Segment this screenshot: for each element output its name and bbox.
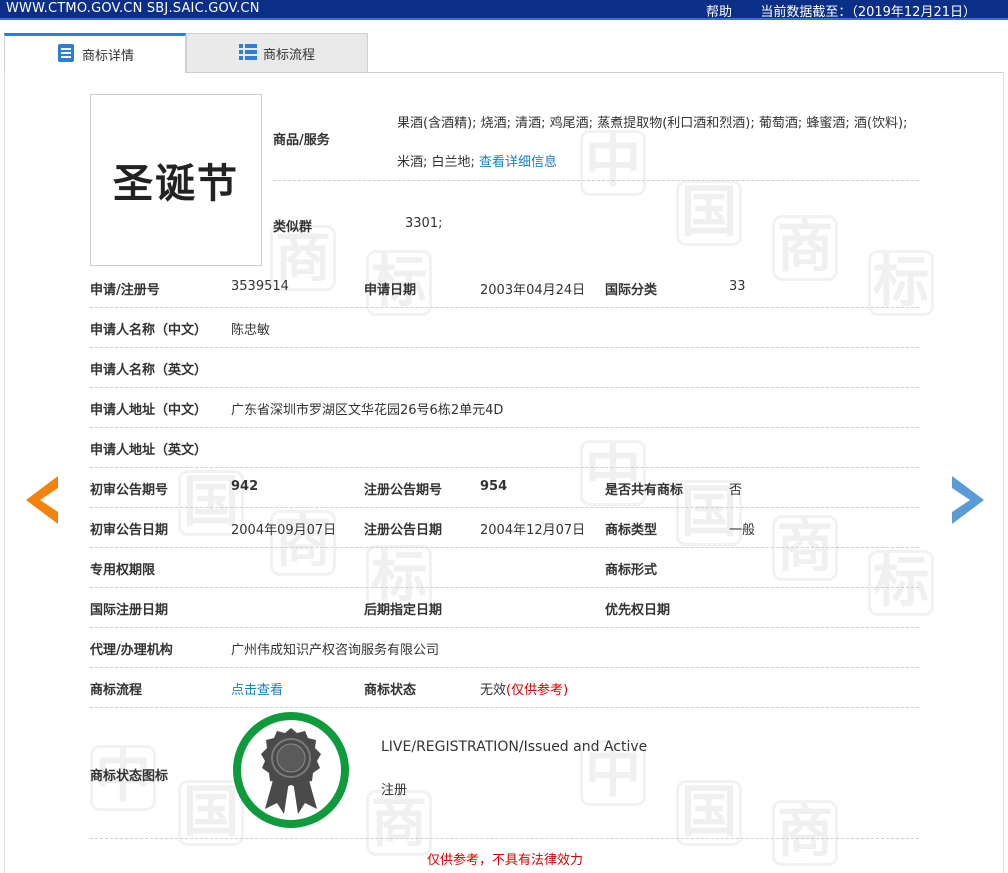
site-domains[interactable]: WWW.CTMO.GOV.CN SBJ.SAIC.GOV.CN — [6, 1, 260, 16]
row-divider — [90, 667, 919, 668]
row-divider — [90, 587, 919, 588]
intl-class-value: 33 — [729, 279, 746, 294]
flow-link[interactable]: 点击查看 — [231, 679, 283, 698]
data-date: 当前数据截至：（2019年12月21日） — [760, 5, 976, 20]
goods-label: 商品/服务 — [273, 133, 330, 148]
status-text: 无效 — [480, 683, 507, 698]
flow-label: 商标流程 — [90, 683, 143, 698]
top-bar: WWW.CTMO.GOV.CN SBJ.SAIC.GOV.CN 帮助 当前数据截… — [0, 0, 1008, 20]
row-divider — [90, 547, 919, 548]
chevron-left-icon — [26, 476, 58, 524]
address-cn-label: 申请人地址（中文） — [90, 403, 208, 418]
view-details-link[interactable]: 查看详细信息 — [479, 155, 557, 170]
status-note: (仅供参考) — [506, 683, 569, 698]
row-divider — [90, 467, 919, 468]
row-divider — [90, 627, 919, 628]
agent-value: 广州伟成知识产权咨询服务有限公司 — [231, 643, 440, 658]
reg-no-value: 3539514 — [231, 279, 289, 294]
term-label: 专用权期限 — [90, 563, 156, 578]
status-cn: 注册 — [381, 783, 408, 798]
chevron-right-icon — [952, 476, 984, 524]
intl-class-label: 国际分类 — [605, 283, 658, 298]
disclaimer-note: 仅供参考，不具有法律效力 — [426, 853, 583, 868]
tab-trademark-detail[interactable]: 商标详情 — [4, 33, 186, 73]
row-divider — [273, 180, 919, 181]
priority-date-label: 优先权日期 — [605, 603, 671, 618]
row-divider — [90, 387, 919, 388]
prev-record-button[interactable] — [24, 474, 60, 530]
mark-type-label: 商标类型 — [605, 523, 658, 538]
document-icon — [56, 43, 76, 67]
tab-bar: 商标详情 商标流程 — [4, 33, 1004, 73]
goods-value: 果酒(含酒精); 烧酒; 清酒; 鸡尾酒; 蒸煮提取物(利口酒和烈酒); 葡萄酒… — [397, 116, 908, 170]
help-link[interactable]: 帮助 — [706, 1, 732, 20]
watermark-tile: 国 — [676, 780, 742, 846]
tab-label: 商标流程 — [262, 48, 315, 63]
trademark-wordmark: 圣诞节 — [113, 160, 239, 207]
prelim-date-value: 2004年09月07日 — [231, 523, 337, 538]
row-divider — [90, 427, 919, 428]
similar-group-label: 类似群 — [273, 220, 313, 235]
prelim-issue-value: 942 — [231, 479, 259, 494]
reg-no-label: 申请/注册号 — [90, 283, 160, 298]
shared-mark-value: 否 — [729, 483, 743, 498]
watermark-tile: 商 — [772, 215, 838, 281]
applicant-cn-value: 陈忠敏 — [231, 323, 271, 338]
status-en: LIVE/REGISTRATION/Issued and Active — [381, 739, 648, 755]
row-divider — [90, 707, 919, 708]
trademark-image: 圣诞节 — [90, 94, 262, 266]
row-divider — [90, 347, 919, 348]
reg-date-label: 注册公告日期 — [364, 523, 443, 538]
row-divider — [90, 507, 919, 508]
panel-border — [4, 72, 5, 873]
intl-reg-date-label: 国际注册日期 — [90, 603, 169, 618]
agent-label: 代理/办理机构 — [90, 643, 173, 658]
prelim-issue-label: 初审公告期号 — [90, 483, 169, 498]
registration-seal-icon — [232, 711, 350, 829]
address-cn-value: 广东省深圳市罗湖区文华花园26号6栋2单元4D — [231, 403, 504, 418]
mark-form-label: 商标形式 — [605, 563, 658, 578]
tab-label: 商标详情 — [81, 49, 134, 64]
row-divider — [90, 307, 919, 308]
panel-border — [1003, 72, 1004, 873]
reg-date-value: 2004年12月07日 — [480, 523, 586, 538]
applicant-en-label: 申请人名称（英文） — [90, 363, 208, 378]
status-label: 商标状态 — [364, 683, 417, 698]
watermark-tile: 国 — [676, 180, 742, 246]
status-value: 无效(仅供参考) — [480, 679, 568, 698]
similar-group-value: 3301; — [405, 216, 443, 231]
reg-issue-label: 注册公告期号 — [364, 483, 443, 498]
shared-mark-label: 是否共有商标 — [605, 483, 684, 498]
later-date-label: 后期指定日期 — [364, 603, 443, 618]
address-en-label: 申请人地址（英文） — [90, 443, 208, 458]
reg-issue-value: 954 — [480, 479, 508, 494]
row-divider — [90, 838, 919, 839]
prelim-date-label: 初审公告日期 — [90, 523, 169, 538]
list-icon — [238, 43, 257, 64]
app-date-label: 申请日期 — [364, 283, 417, 298]
app-date-value: 2003年04月24日 — [480, 283, 586, 298]
tab-trademark-flow[interactable]: 商标流程 — [186, 33, 368, 73]
applicant-cn-label: 申请人名称（中文） — [90, 323, 208, 338]
goods-list: 果酒(含酒精); 烧酒; 清酒; 鸡尾酒; 蒸煮提取物(利口酒和烈酒); 葡萄酒… — [397, 104, 917, 182]
watermark-tile: 商 — [366, 790, 432, 856]
watermark-tile: 标 — [868, 550, 934, 616]
status-icon-label: 商标状态图标 — [90, 769, 169, 784]
watermark-tile: 商 — [772, 515, 838, 581]
next-record-button[interactable] — [950, 474, 986, 530]
mark-type-value: 一般 — [729, 523, 756, 538]
